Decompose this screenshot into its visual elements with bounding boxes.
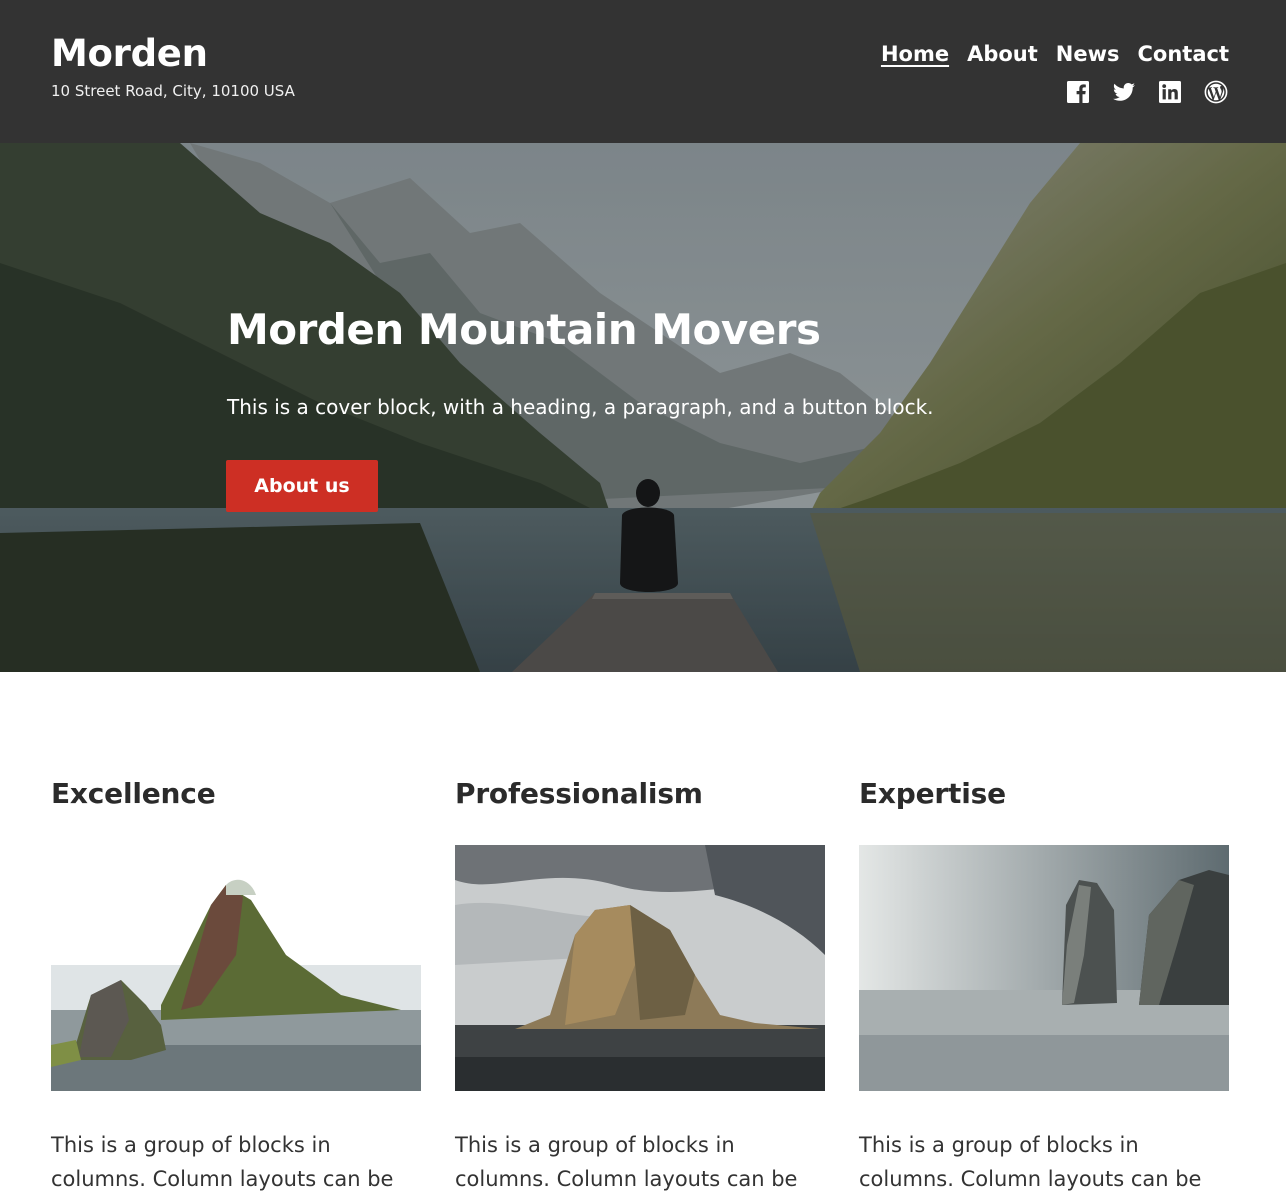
nav-link-contact[interactable]: Contact (1138, 40, 1230, 68)
column-heading: Expertise (859, 777, 1006, 810)
column-professionalism: Professionalism This is a group of block… (455, 770, 825, 1191)
nav-link-about[interactable]: About (967, 40, 1038, 68)
cover-heading: Morden Mountain Movers (227, 305, 821, 354)
twitter-icon[interactable] (1111, 79, 1137, 105)
column-image-rock (455, 845, 825, 1091)
site-address: 10 Street Road, City, 10100 USA (51, 82, 295, 100)
nav-link-news[interactable]: News (1056, 40, 1120, 68)
column-heading: Excellence (51, 777, 216, 810)
nav-link-home[interactable]: Home (881, 40, 949, 68)
facebook-icon[interactable] (1065, 79, 1091, 105)
main-nav: Home About News Contact (863, 40, 1229, 68)
cover-block: Morden Mountain Movers This is a cover b… (0, 143, 1286, 672)
column-image-sea-stacks (859, 845, 1229, 1091)
social-links (1045, 79, 1229, 105)
column-image-islands (51, 845, 421, 1091)
site-title[interactable]: Morden (51, 31, 208, 77)
linkedin-icon[interactable] (1157, 79, 1183, 105)
cover-paragraph: This is a cover block, with a heading, a… (227, 395, 934, 419)
site-header: Morden 10 Street Road, City, 10100 USA H… (0, 0, 1286, 143)
column-excellence: Excellence This is a group of blocks in … (51, 770, 421, 1191)
wordpress-icon[interactable] (1203, 79, 1229, 105)
column-heading: Professionalism (455, 777, 703, 810)
column-expertise: Expertise This is a group of blocks in c… (859, 770, 1229, 1191)
about-us-button[interactable]: About us (226, 460, 378, 512)
